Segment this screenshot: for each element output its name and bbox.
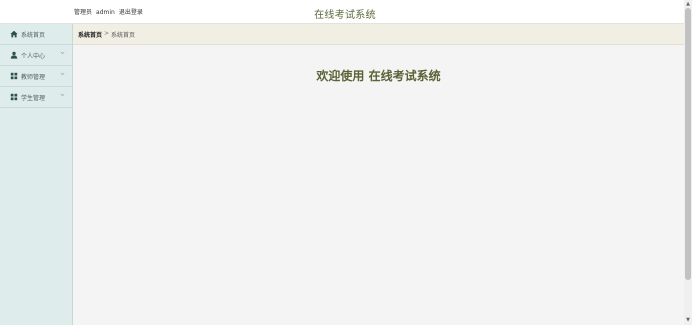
sidebar-item-label: 教师管理 <box>21 74 46 81</box>
welcome-heading: 欢迎使用 在线考试系统 <box>316 69 441 83</box>
main-content: 欢迎使用 在线考试系统 <box>73 45 684 325</box>
username: admin <box>96 9 115 16</box>
sidebar: 系统首页 个人中心 教师管理 学生管理 <box>0 24 73 325</box>
logout-link[interactable]: 退出登录 <box>119 9 143 16</box>
sidebar-item-student-management[interactable]: 学生管理 <box>0 87 72 108</box>
grid-icon <box>10 93 18 101</box>
scroll-up-arrow-icon[interactable]: ▲ <box>685 1 691 7</box>
sidebar-item-teacher-management[interactable]: 教师管理 <box>0 66 72 87</box>
page-scrollbar[interactable]: ▲ ▼ <box>684 0 692 325</box>
app-title: 在线考试系统 <box>314 10 376 21</box>
top-header: 管理员 admin 退出登录 在线考试系统 <box>0 0 684 24</box>
grid-icon <box>10 72 18 80</box>
sidebar-item-label: 个人中心 <box>21 53 46 60</box>
sidebar-item-home[interactable]: 系统首页 <box>0 24 72 45</box>
chevron-down-icon <box>60 93 65 97</box>
chevron-down-icon <box>60 72 65 76</box>
user-icon <box>10 51 18 59</box>
chevron-down-icon <box>60 51 65 55</box>
breadcrumb-separator: > <box>104 30 110 37</box>
scroll-down-arrow-icon[interactable]: ▼ <box>685 317 691 323</box>
breadcrumb: 系统首页 > 系统首页 <box>73 24 684 45</box>
home-icon <box>10 30 18 38</box>
role-label: 管理员 <box>74 9 93 16</box>
sidebar-item-label: 学生管理 <box>21 95 46 102</box>
breadcrumb-current: 系统首页 <box>111 32 136 39</box>
scroll-thumb[interactable] <box>685 8 691 280</box>
breadcrumb-home-link[interactable]: 系统首页 <box>78 30 102 39</box>
user-info: 管理员 admin 退出登录 <box>74 7 147 16</box>
sidebar-item-label: 系统首页 <box>21 32 46 39</box>
sidebar-item-personal-center[interactable]: 个人中心 <box>0 45 72 66</box>
